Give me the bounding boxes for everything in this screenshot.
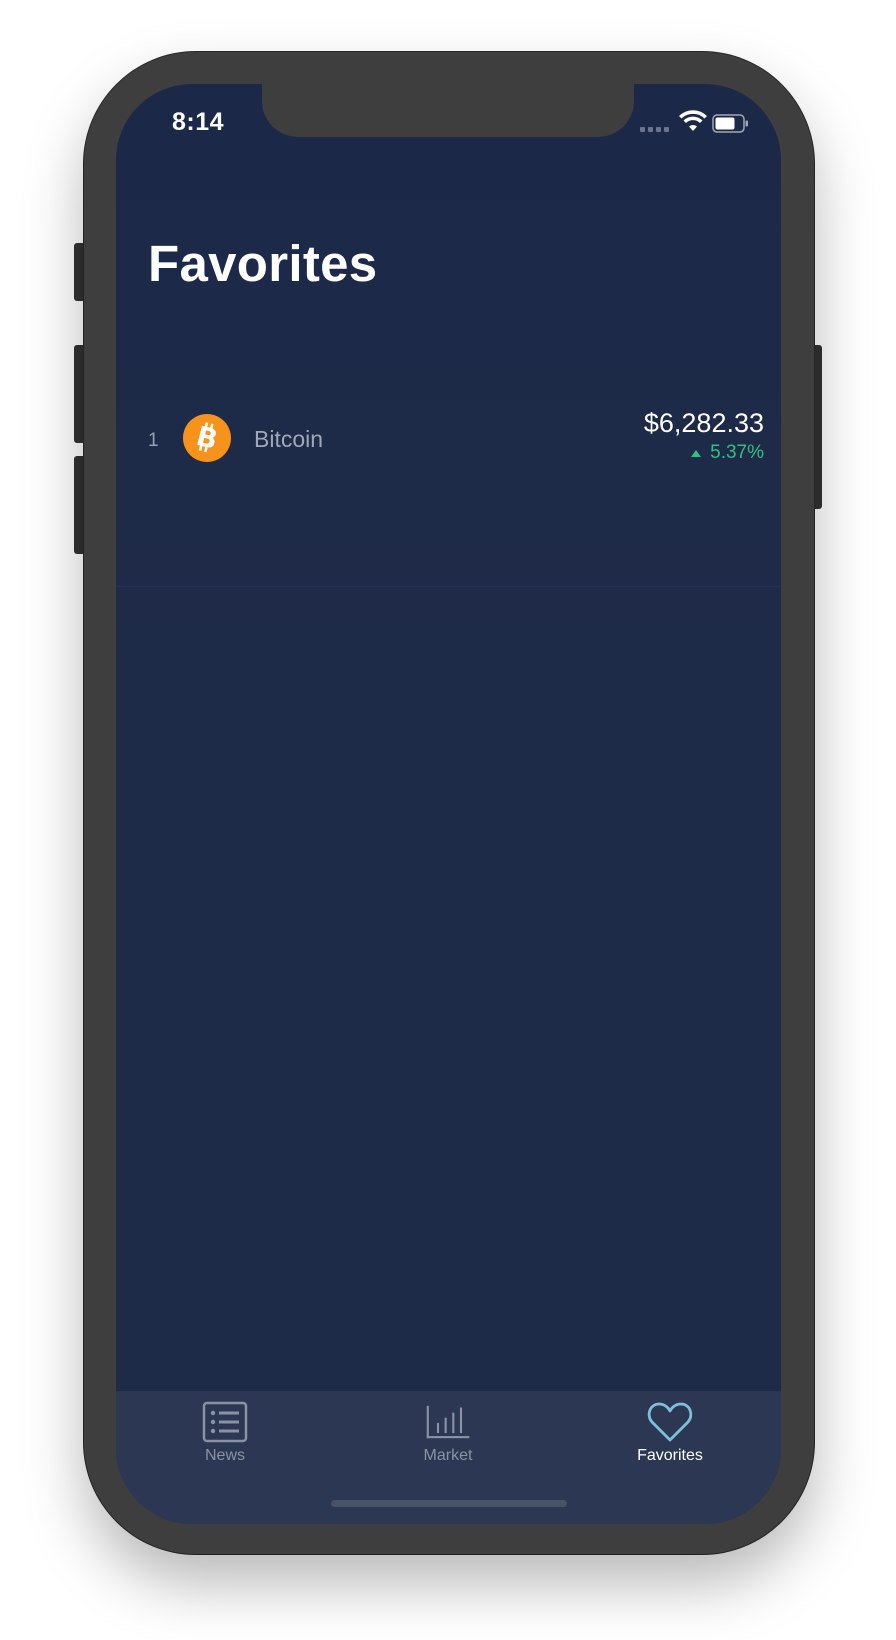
- page-title: Favorites: [148, 235, 378, 292]
- notch: [262, 84, 634, 137]
- arrow-up-icon: [691, 449, 702, 457]
- bar-chart-icon: [426, 1405, 470, 1439]
- news-list-icon: [202, 1401, 248, 1443]
- coin-rank: 1: [148, 430, 159, 451]
- coin-price: $6,282.33: [643, 408, 764, 438]
- tab-news[interactable]: News: [125, 1401, 325, 1471]
- tab-market-label: Market: [423, 1447, 473, 1464]
- tab-favorites-label: Favorites: [637, 1447, 703, 1464]
- tab-market[interactable]: Market: [348, 1401, 548, 1471]
- home-indicator[interactable]: [331, 1500, 567, 1507]
- price-change-value: 5.37%: [710, 442, 764, 463]
- heart-icon: [647, 1402, 693, 1442]
- coin-name: Bitcoin: [254, 426, 324, 452]
- wifi-icon: [679, 110, 707, 131]
- tab-favorites[interactable]: Favorites: [570, 1401, 770, 1471]
- bitcoin-icon: B: [183, 414, 231, 462]
- favorite-coin-row[interactable]: 1 B Bitcoin $6,282.33 5.37%: [116, 396, 781, 587]
- app-screen: 8:14 Favorites 1 B Bitcoin $6,282.33 5.3…: [116, 84, 781, 1524]
- cellular-signal-icon: [640, 127, 669, 132]
- tab-news-label: News: [204, 1447, 245, 1464]
- status-time: 8:14: [172, 108, 225, 136]
- price-change: 5.37%: [691, 442, 764, 464]
- battery-icon: [712, 114, 748, 133]
